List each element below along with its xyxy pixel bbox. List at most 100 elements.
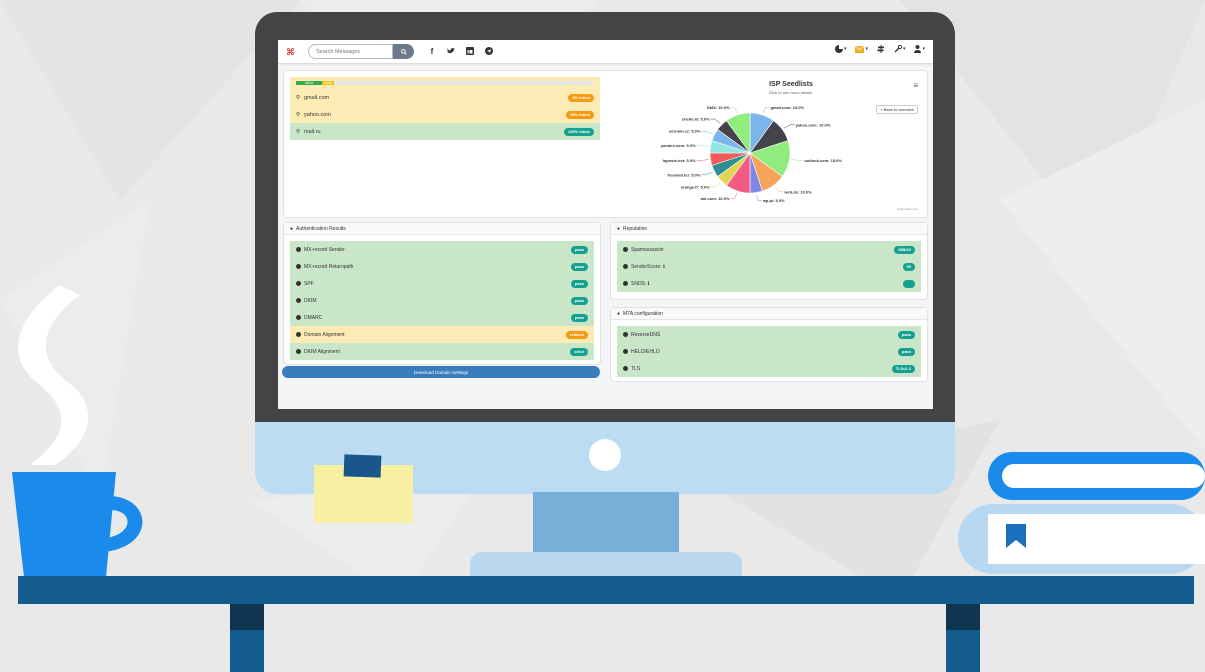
list-icon — [623, 281, 628, 286]
row-label-group: DKIM — [296, 298, 317, 304]
desk-leg-left — [230, 604, 264, 672]
telegram-icon[interactable] — [484, 46, 494, 57]
inbox-rate-badge: 0% Inbox — [568, 93, 594, 102]
check-circle-icon — [296, 264, 301, 269]
row-label: SenderScore: ℹ — [631, 263, 665, 270]
status-badge: pass — [570, 245, 588, 254]
pie-connector-line — [696, 159, 709, 161]
row-label-group: DKIM Alignment — [296, 349, 340, 355]
row-label-group: DMARC — [296, 315, 322, 321]
pie-data-label: outlook.com: 15.0% — [804, 158, 842, 163]
check-circle-icon — [296, 349, 301, 354]
reputation-row[interactable]: Spamassassin INBOX — [617, 241, 921, 258]
isp-pie-chart: ISP Seedlists Click to see more details.… — [660, 77, 922, 213]
mail-icon[interactable]: ▾ — [855, 45, 868, 53]
search-input[interactable] — [308, 44, 393, 59]
row-label-group: SenderScore: ℹ — [623, 264, 665, 270]
authentication-card: ● Authentication Results MX-record Sende… — [283, 222, 601, 365]
status-badge — [903, 279, 915, 288]
books-stack — [958, 452, 1205, 574]
pie-data-label: chello.at: 5.0% — [682, 117, 710, 122]
pie-svg: gmail.com: 10.0% yahoo.com: 10.0% outlook.… — [661, 105, 842, 203]
chart-title: ISP Seedlists — [769, 81, 813, 88]
chart-credits[interactable]: Highcharts.com — [897, 207, 918, 211]
pie-data-label: wp.pl: 5.0% — [762, 198, 785, 203]
row-label: MX-record Sender — [304, 246, 345, 253]
row-label: DKIM — [304, 297, 317, 304]
search-icon — [400, 48, 407, 55]
wrench-icon[interactable]: ▾ — [894, 45, 905, 53]
pie-connector-line — [756, 194, 762, 201]
mta-row[interactable]: HELO/EHLO pass — [617, 343, 921, 360]
status-badge: pass — [570, 262, 588, 271]
pie-connector-line — [710, 182, 721, 188]
row-label: TLS — [631, 365, 641, 372]
app-logo[interactable]: ⌘ — [286, 47, 296, 57]
check-circle-icon — [296, 315, 301, 320]
desk-top — [18, 576, 1194, 604]
row-label-group: ReverseDNS — [623, 332, 660, 338]
facebook-icon[interactable]: f — [427, 47, 437, 56]
pie-data-label: gmail.com: 10.0% — [770, 105, 804, 110]
auth-rows: MX-record Sender pass MX-record Returnpath… — [284, 235, 600, 360]
signpost-icon[interactable] — [877, 45, 885, 53]
pie-connector-line — [710, 118, 721, 124]
user-icon: ⚲ — [296, 94, 301, 101]
social-links: f — [427, 46, 494, 57]
status-badge: pass — [570, 313, 588, 322]
pie-data-label: aol.com: 10.0% — [701, 196, 730, 201]
isp-row[interactable]: ⚲ gmail.com 0% Inbox — [290, 89, 600, 106]
progress-junk: Junk — [322, 81, 334, 85]
pie-data-label: web.de: 10.0% — [783, 189, 812, 194]
row-label-group: Domain Alignment — [296, 332, 345, 338]
pie-connector-line — [730, 107, 738, 114]
auth-row[interactable]: MX-record Sender pass — [290, 241, 594, 258]
user-menu-icons: ▾ ▾ ▾ ▾ — [834, 45, 925, 53]
desk-leg-right — [946, 604, 980, 672]
isp-name: mail.ru — [304, 128, 321, 135]
status-badge: pass — [570, 296, 588, 305]
mta-row[interactable]: TLS TLSv1.2 — [617, 360, 921, 377]
pie-connector-line — [701, 171, 713, 176]
card-title: Reputation — [623, 225, 648, 232]
pie-connector-line — [762, 107, 770, 114]
auth-row[interactable]: SPF pass — [290, 275, 594, 292]
monitor-stand — [533, 492, 679, 560]
twitter-icon[interactable] — [446, 47, 456, 56]
check-circle-icon — [623, 366, 628, 371]
row-label: Spamassassin — [631, 246, 664, 253]
pie-data-label: laposte.net: 5.0% — [663, 158, 696, 163]
search-button[interactable] — [393, 44, 414, 59]
card-header: ● Reputation — [611, 223, 927, 235]
isp-row[interactable]: ⚲ mail.ru 100% Inbox — [290, 123, 600, 140]
user-icon[interactable]: ▾ — [914, 45, 925, 53]
reputation-row[interactable]: SenderScore: ℹ 99 — [617, 258, 921, 275]
row-label: MX-record Returnpath — [304, 263, 354, 270]
status-badge: strict — [570, 347, 588, 356]
auth-row[interactable]: Domain Alignment relaxed — [290, 326, 594, 343]
inbox-rate-badge: 100% Inbox — [563, 127, 594, 136]
linkedin-icon[interactable] — [465, 46, 475, 57]
row-label: DKIM Alignment — [304, 348, 340, 355]
mta-row[interactable]: ReverseDNS pass — [617, 326, 921, 343]
hamburger-icon[interactable]: ≡ — [913, 81, 918, 90]
monitor-base — [470, 552, 742, 578]
download-domain-settings-button[interactable]: Download Domain Settings — [282, 366, 600, 378]
status-badge: pass — [897, 330, 915, 339]
search-group — [308, 44, 414, 59]
auth-row[interactable]: DKIM pass — [290, 292, 594, 309]
progress-inbox: Inbox — [296, 81, 322, 85]
auth-row[interactable]: DMARC pass — [290, 309, 594, 326]
info-icon: ● — [617, 310, 621, 317]
auth-row[interactable]: MX-record Returnpath pass — [290, 258, 594, 275]
row-label: HELO/EHLO — [631, 348, 660, 355]
isp-name: yahoo.com — [304, 111, 331, 118]
status-badge: 99 — [902, 262, 915, 271]
isp-row[interactable]: ⚲ yahoo.com 33% Inbox — [290, 106, 600, 123]
pie-connector-line — [783, 124, 795, 129]
row-label-group: SPF — [296, 281, 314, 287]
reputation-row[interactable]: SNDS: ℹ — [617, 275, 921, 292]
check-circle-icon — [296, 247, 301, 252]
chart-icon[interactable]: ▾ — [834, 45, 846, 53]
auth-row[interactable]: DKIM Alignment strict — [290, 343, 594, 360]
